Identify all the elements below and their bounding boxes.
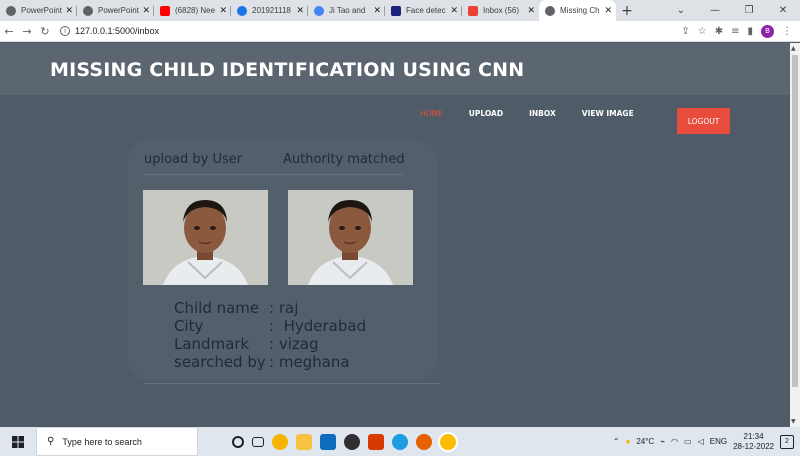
menu-icon[interactable]: ⋮: [782, 26, 792, 37]
taskbar-search-placeholder: Type here to search: [62, 436, 142, 447]
close-tab-icon[interactable]: ✕: [373, 6, 381, 16]
browser-tab-3[interactable]: (6828) Nee ✕: [154, 0, 231, 21]
detail-city: City : Hyderabad: [174, 317, 367, 335]
cortana-icon[interactable]: [232, 435, 244, 448]
obs-icon[interactable]: [344, 433, 360, 450]
toolbar-actions: ⇪ ☆ ✱ ≡ ▮ B ⋮: [681, 24, 800, 38]
page-scrollbar[interactable]: ▲ ▼: [790, 43, 800, 427]
window-controls: ⌄ — ❐ ✕: [664, 0, 800, 21]
close-tab-icon[interactable]: ✕: [219, 6, 227, 16]
battery-icon[interactable]: ▭: [684, 437, 692, 446]
close-tab-icon[interactable]: ✕: [604, 6, 612, 16]
reload-icon[interactable]: ↻: [36, 25, 54, 38]
reading-list-icon[interactable]: ≡: [731, 26, 739, 37]
nav-inbox[interactable]: INBOX: [529, 109, 556, 118]
nav-home[interactable]: HOME: [420, 109, 443, 118]
web-page: MISSING CHILD IDENTIFICATION USING CNN H…: [0, 43, 790, 427]
browser-tab-1[interactable]: PowerPoint ✕: [0, 0, 77, 21]
new-tab-button[interactable]: +: [616, 0, 638, 21]
chevron-up-icon[interactable]: ⌃: [613, 437, 620, 446]
extensions-icon[interactable]: ✱: [715, 26, 723, 37]
address-bar[interactable]: i 127.0.0.1:5000/inbox: [60, 26, 159, 36]
restore-icon[interactable]: ❐: [732, 5, 766, 16]
youtube-icon: [160, 5, 170, 16]
divider-bottom: [144, 383, 439, 384]
browser-tab-5[interactable]: Ji Tao and ✕: [308, 0, 385, 21]
mail-icon[interactable]: [320, 433, 336, 450]
browser-tab-6[interactable]: Face detec ✕: [385, 0, 462, 21]
network-icon[interactable]: ⌁: [660, 437, 665, 446]
wifi-icon[interactable]: ◠: [671, 437, 678, 446]
weather-icon[interactable]: ●: [625, 437, 630, 446]
file-explorer-icon[interactable]: [296, 433, 312, 450]
forward-icon[interactable]: →: [18, 25, 36, 38]
nav-view-image[interactable]: VIEW IMAGE: [582, 109, 634, 118]
gmail-icon: [468, 5, 478, 16]
taskbar-apps: [232, 433, 456, 450]
site-icon: [237, 5, 247, 16]
chrome-icon: [6, 5, 16, 16]
volume-icon[interactable]: ◁: [698, 437, 704, 446]
weather-temp[interactable]: 24°C: [636, 437, 654, 446]
divider: [144, 174, 404, 175]
scroll-up-icon[interactable]: ▲: [791, 45, 796, 52]
scrollbar-thumb[interactable]: [792, 55, 798, 387]
side-panel-icon[interactable]: ▮: [747, 26, 753, 37]
close-tab-icon[interactable]: ✕: [527, 6, 535, 16]
system-tray: ⌃ ● 24°C ⌁ ◠ ▭ ◁ ENG 21:34 28-12-2022 2: [613, 432, 800, 452]
close-tab-icon[interactable]: ✕: [65, 6, 73, 16]
tab-search-icon[interactable]: ⌄: [664, 5, 698, 16]
browser-tab-7[interactable]: Inbox (56) ✕: [462, 0, 539, 21]
chrome-icon: [545, 5, 555, 16]
child-details: Child name : raj City : Hyderabad Landma…: [174, 299, 366, 371]
windows-taskbar: ⚲ Type here to search ⌃ ● 24°C ⌁ ◠ ▭ ◁ E…: [0, 427, 800, 456]
notification-icon[interactable]: 2: [780, 434, 794, 449]
windows-start-icon[interactable]: [0, 435, 36, 448]
task-view-icon[interactable]: [252, 436, 264, 447]
nav-upload[interactable]: UPLOAD: [469, 109, 503, 118]
site-header: MISSING CHILD IDENTIFICATION USING CNN: [0, 43, 790, 95]
url-text: 127.0.0.1:5000/inbox: [75, 26, 160, 36]
browser-tab-4[interactable]: 201921118 ✕: [231, 0, 308, 21]
browser-tab-active[interactable]: Missing Ch ✕: [539, 0, 616, 21]
detail-landmark: Landmark : vizag: [174, 335, 319, 353]
search-icon: ⚲: [47, 436, 55, 447]
back-icon[interactable]: ←: [0, 25, 18, 38]
detail-searched-by: searched by : meghana: [174, 353, 350, 371]
detail-child-name: Child name : raj: [174, 299, 299, 317]
scroll-down-icon[interactable]: ▼: [791, 418, 796, 425]
close-tab-icon[interactable]: ✕: [296, 6, 304, 16]
close-window-icon[interactable]: ✕: [766, 5, 800, 16]
chrome-icon: [83, 5, 93, 16]
browser-tab-2[interactable]: PowerPoint ✕: [77, 0, 154, 21]
minimize-icon[interactable]: —: [698, 5, 732, 16]
authority-matched-heading: Authority matched: [283, 152, 405, 167]
matched-child-photo: [288, 190, 413, 285]
site-nav: HOME UPLOAD INBOX VIEW IMAGE: [420, 109, 660, 118]
site-icon: [391, 5, 401, 16]
language-indicator[interactable]: ENG: [710, 437, 727, 446]
google-icon: [314, 5, 324, 16]
edge-icon[interactable]: [392, 433, 408, 450]
uploaded-by-user-heading: upload by User: [144, 152, 243, 167]
logout-button[interactable]: LOGOUT: [677, 108, 730, 134]
firefox-icon[interactable]: [416, 433, 432, 450]
close-tab-icon[interactable]: ✕: [142, 6, 150, 16]
site-info-icon[interactable]: i: [60, 26, 70, 36]
chrome-app-icon[interactable]: [272, 433, 288, 450]
bookmark-star-icon[interactable]: ☆: [698, 26, 707, 37]
uploaded-child-photo: [143, 190, 268, 285]
clock[interactable]: 21:34 28-12-2022: [733, 432, 774, 452]
chrome-active-icon[interactable]: [440, 433, 456, 450]
clock-time: 21:34: [743, 431, 764, 441]
close-tab-icon[interactable]: ✕: [450, 6, 458, 16]
browser-toolbar: ← → ↻ i 127.0.0.1:5000/inbox ⇪ ☆ ✱ ≡ ▮ B…: [0, 21, 800, 42]
taskbar-search-input[interactable]: ⚲ Type here to search: [36, 427, 198, 456]
clock-date: 28-12-2022: [733, 441, 774, 451]
site-title: MISSING CHILD IDENTIFICATION USING CNN: [50, 59, 525, 81]
profile-avatar[interactable]: B: [761, 24, 774, 38]
office-icon[interactable]: [368, 433, 384, 450]
share-icon[interactable]: ⇪: [681, 26, 689, 37]
browser-tab-strip: PowerPoint ✕ PowerPoint ✕ (6828) Nee ✕ 2019…: [0, 0, 800, 21]
